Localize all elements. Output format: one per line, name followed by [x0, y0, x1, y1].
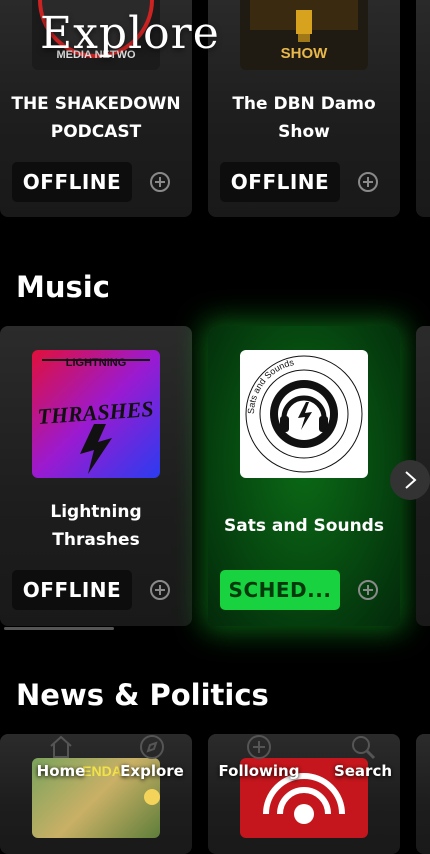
- nav-explore[interactable]: Explore: [107, 726, 197, 816]
- page-title: Explore: [40, 8, 220, 59]
- art-top-text: LIGHTNING: [66, 357, 127, 369]
- nav-search[interactable]: Search: [318, 726, 408, 816]
- music-card[interactable]: LIGHTNING THRASHES Lightning Thrashes OF…: [0, 326, 192, 626]
- podcast-artwork: SHOW: [240, 0, 368, 70]
- podcast-card[interactable]: SHOW The DBN Damo Show OFFLINE: [208, 0, 400, 217]
- carousel-next-button[interactable]: [390, 460, 430, 500]
- chevron-right-icon: [405, 471, 417, 489]
- status-badge: OFFLINE: [220, 162, 340, 202]
- music-title: Lightning Thrashes: [50, 502, 142, 550]
- bottom-nav: Home Explore Following Search: [0, 726, 430, 816]
- search-icon: [352, 736, 376, 760]
- section-title-news: News & Politics: [16, 678, 269, 712]
- add-icon[interactable]: [358, 172, 378, 192]
- music-artwork: Sats and Sounds: [240, 350, 368, 478]
- active-indicator: [144, 789, 160, 805]
- nav-label: Search: [333, 762, 393, 780]
- section-title-music: Music: [16, 270, 110, 304]
- status-badge: OFFLINE: [12, 162, 132, 202]
- art-text: SHOW: [281, 45, 329, 62]
- plus-circle-icon: [247, 735, 271, 759]
- music-title: Sats and Sounds: [224, 516, 384, 536]
- podcast-card-partial[interactable]: [416, 0, 430, 217]
- nav-label: Home: [36, 762, 86, 780]
- carousel-scroll-indicator: [4, 627, 114, 630]
- add-icon[interactable]: [150, 172, 170, 192]
- music-card-live[interactable]: Sats and Sounds Sats and Sounds SCHED...: [208, 326, 400, 626]
- nav-label: Following: [218, 762, 300, 780]
- music-artwork: LIGHTNING THRASHES: [32, 350, 160, 478]
- home-icon: [50, 735, 72, 758]
- status-badge: OFFLINE: [12, 570, 132, 610]
- nav-following[interactable]: Following: [214, 726, 304, 816]
- add-icon[interactable]: [150, 580, 170, 600]
- compass-icon: [140, 735, 164, 759]
- add-icon[interactable]: [358, 580, 378, 600]
- status-badge: SCHED...: [220, 570, 340, 610]
- nav-home[interactable]: Home: [16, 726, 106, 816]
- podcast-title: THE SHAKEDOWN PODCAST: [11, 94, 181, 142]
- nav-label: Explore: [120, 762, 184, 780]
- podcast-title: The DBN Damo Show: [232, 94, 376, 142]
